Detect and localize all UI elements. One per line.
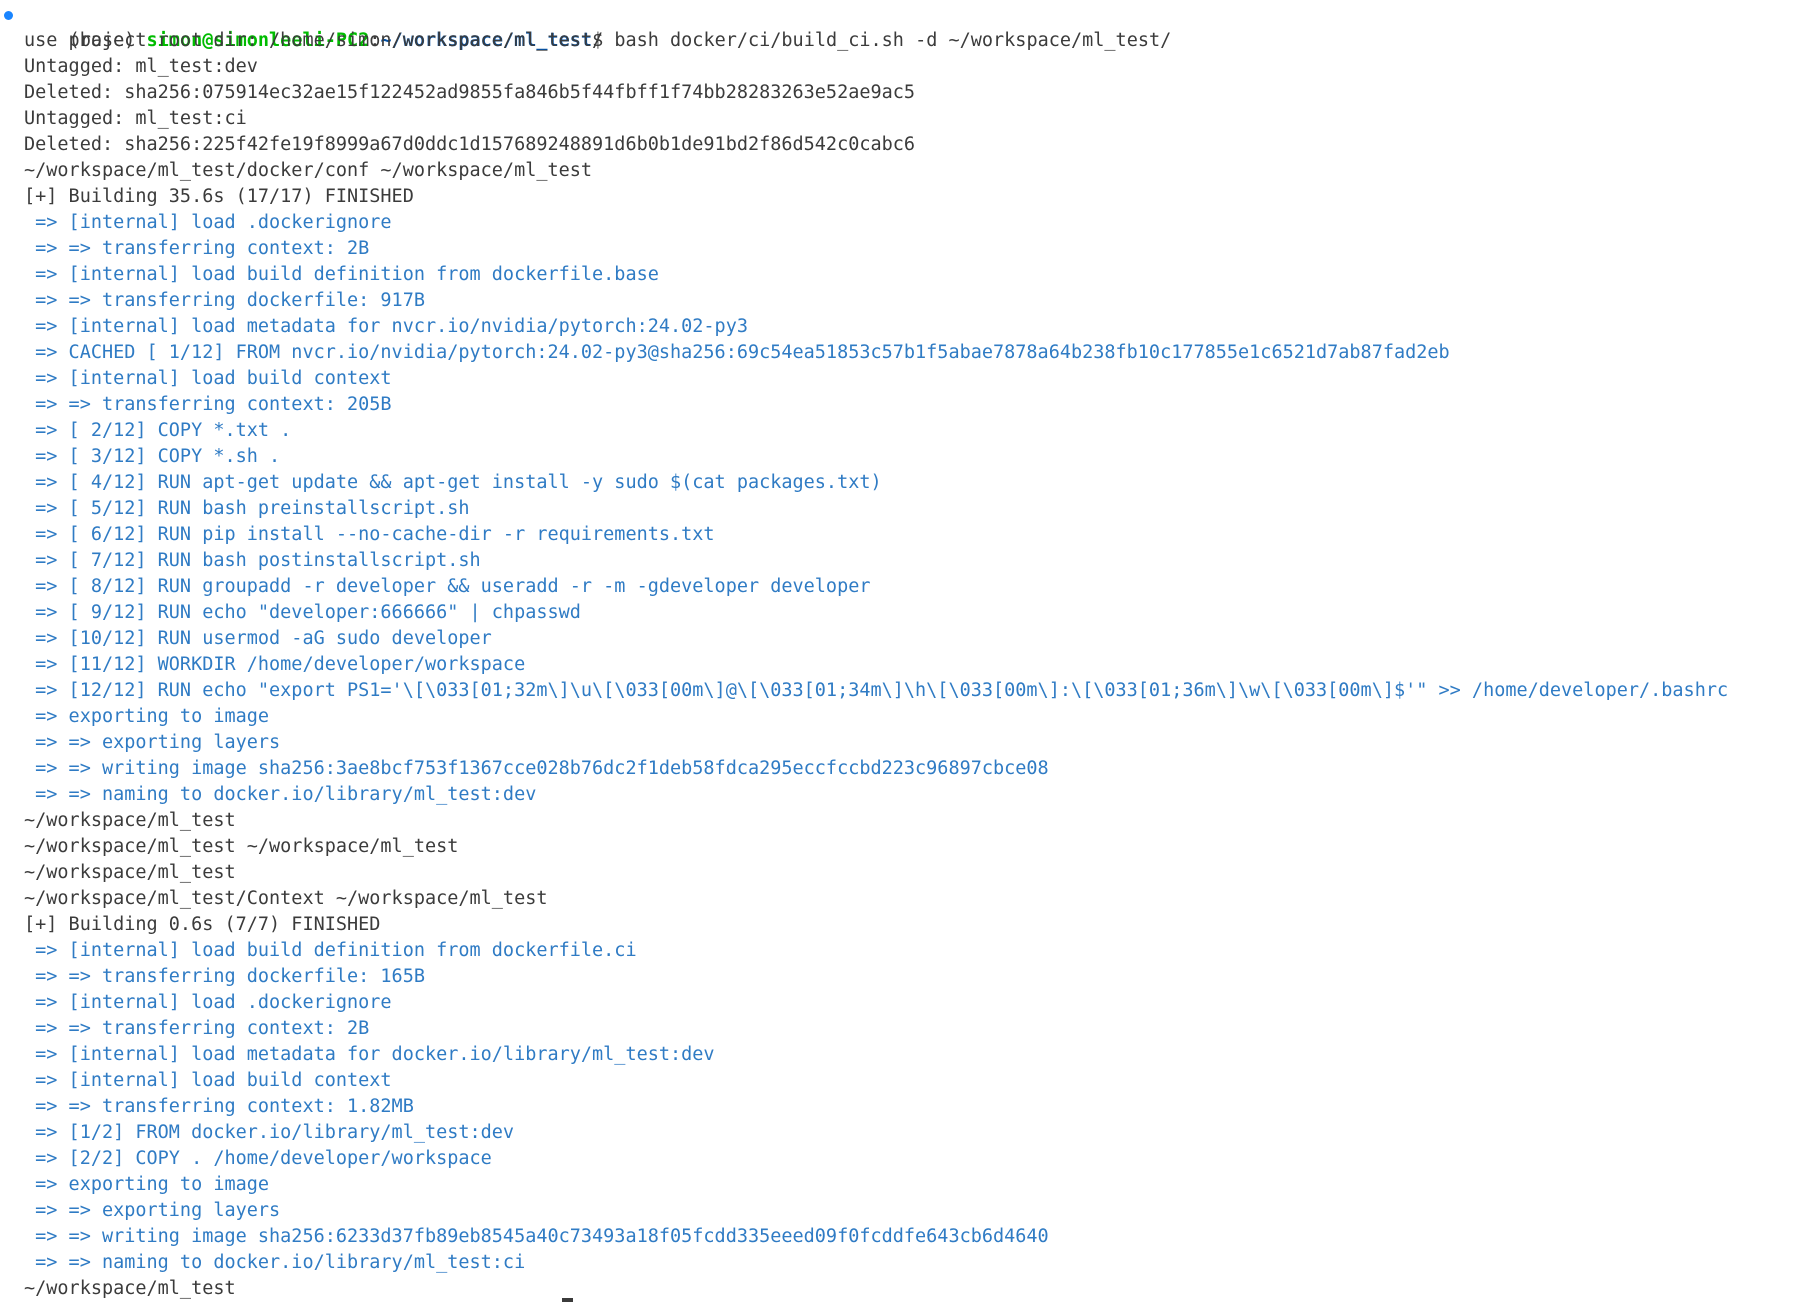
command-status-dot-icon[interactable]	[4, 11, 13, 20]
output-line: Untagged: ml_test:ci	[24, 108, 247, 129]
build-step-line: => [10/12] RUN usermod -aG sudo develope…	[24, 628, 492, 649]
build-step-line: => => exporting layers	[24, 1200, 281, 1221]
output-line: ~/workspace/ml_test	[24, 862, 236, 883]
build-step-line: => => transferring context: 1.82MB	[24, 1096, 414, 1117]
build-step-line: => => transferring dockerfile: 165B	[24, 966, 425, 987]
output-line: ~/workspace/ml_test	[24, 810, 236, 831]
build-step-line: => => transferring dockerfile: 917B	[24, 290, 425, 311]
build-step-line: => [ 2/12] COPY *.txt .	[24, 420, 292, 441]
output-line: Untagged: ml_test:dev	[24, 56, 258, 77]
build-step-line: => [12/12] RUN echo "export PS1='\[\033[…	[24, 680, 1729, 701]
build-step-line: => [ 5/12] RUN bash preinstallscript.sh	[24, 498, 470, 519]
build-step-line: => [ 4/12] RUN apt-get update && apt-get…	[24, 472, 882, 493]
text-cursor	[562, 1298, 573, 1302]
build-step-line: => [ 8/12] RUN groupadd -r developer && …	[24, 576, 871, 597]
output-line: ~/workspace/ml_test ~/workspace/ml_test	[24, 836, 459, 857]
build-step-line: => [ 3/12] COPY *.sh .	[24, 446, 281, 467]
build-header: [+] Building 35.6s (17/17) FINISHED	[24, 186, 414, 207]
build-header: [+] Building 0.6s (7/7) FINISHED	[24, 914, 381, 935]
build-step-line: => [internal] load .dockerignore	[24, 212, 392, 233]
output-line: use project root dir: /home/simon/worksp…	[24, 30, 604, 51]
build-step-line: => [internal] load metadata for nvcr.io/…	[24, 316, 748, 337]
build-step-line: => => transferring context: 2B	[24, 1018, 370, 1039]
build-step-line: => [11/12] WORKDIR /home/developer/works…	[24, 654, 526, 675]
build-step-line: => [internal] load metadata for docker.i…	[24, 1044, 715, 1065]
build-step-line: => [1/2] FROM docker.io/library/ml_test:…	[24, 1122, 515, 1143]
build-step-line: => exporting to image	[24, 1174, 270, 1195]
build-step-line: => => transferring context: 205B	[24, 394, 392, 415]
build-step-line: => [internal] load build context	[24, 368, 392, 389]
build-step-line: => => transferring context: 2B	[24, 238, 370, 259]
build-step-line: => => exporting layers	[24, 732, 281, 753]
build-step-line: => [internal] load build definition from…	[24, 940, 637, 961]
build-step-line: => => writing image sha256:6233d37fb89eb…	[24, 1226, 1049, 1247]
build-step-line: => exporting to image	[24, 706, 270, 727]
output-line: Deleted: sha256:225f42fe19f8999a67d0ddc1…	[24, 134, 916, 155]
output-line: ~/workspace/ml_test/docker/conf ~/worksp…	[24, 160, 593, 181]
build-step-line: => => naming to docker.io/library/ml_tes…	[24, 1252, 526, 1273]
build-step-line: => => naming to docker.io/library/ml_tes…	[24, 784, 537, 805]
terminal-panel[interactable]: (base) simon@simonleeli-PC2:~/workspace/…	[0, 0, 1815, 1304]
build-step-line: => [internal] load build definition from…	[24, 264, 659, 285]
build-step-line: => CACHED [ 1/12] FROM nvcr.io/nvidia/py…	[24, 342, 1450, 363]
output-line: Deleted: sha256:075914ec32ae15f122452ad9…	[24, 82, 916, 103]
build-step-line: => [internal] load .dockerignore	[24, 992, 392, 1013]
build-step-line: => [ 9/12] RUN echo "developer:666666" |…	[24, 602, 581, 623]
build-step-line: => [ 6/12] RUN pip install --no-cache-di…	[24, 524, 715, 545]
build-step-line: => [internal] load build context	[24, 1070, 392, 1091]
output-line: ~/workspace/ml_test/Context ~/workspace/…	[24, 888, 548, 909]
build-step-line: => [2/2] COPY . /home/developer/workspac…	[24, 1148, 492, 1169]
build-step-line: => [ 7/12] RUN bash postinstallscript.sh	[24, 550, 481, 571]
build-step-line: => => writing image sha256:3ae8bcf753f13…	[24, 758, 1049, 779]
prompt-line: (base) simon@simonleeli-PC2:~/workspace/…	[0, 2, 1815, 51]
output-line: ~/workspace/ml_test	[24, 1278, 236, 1299]
